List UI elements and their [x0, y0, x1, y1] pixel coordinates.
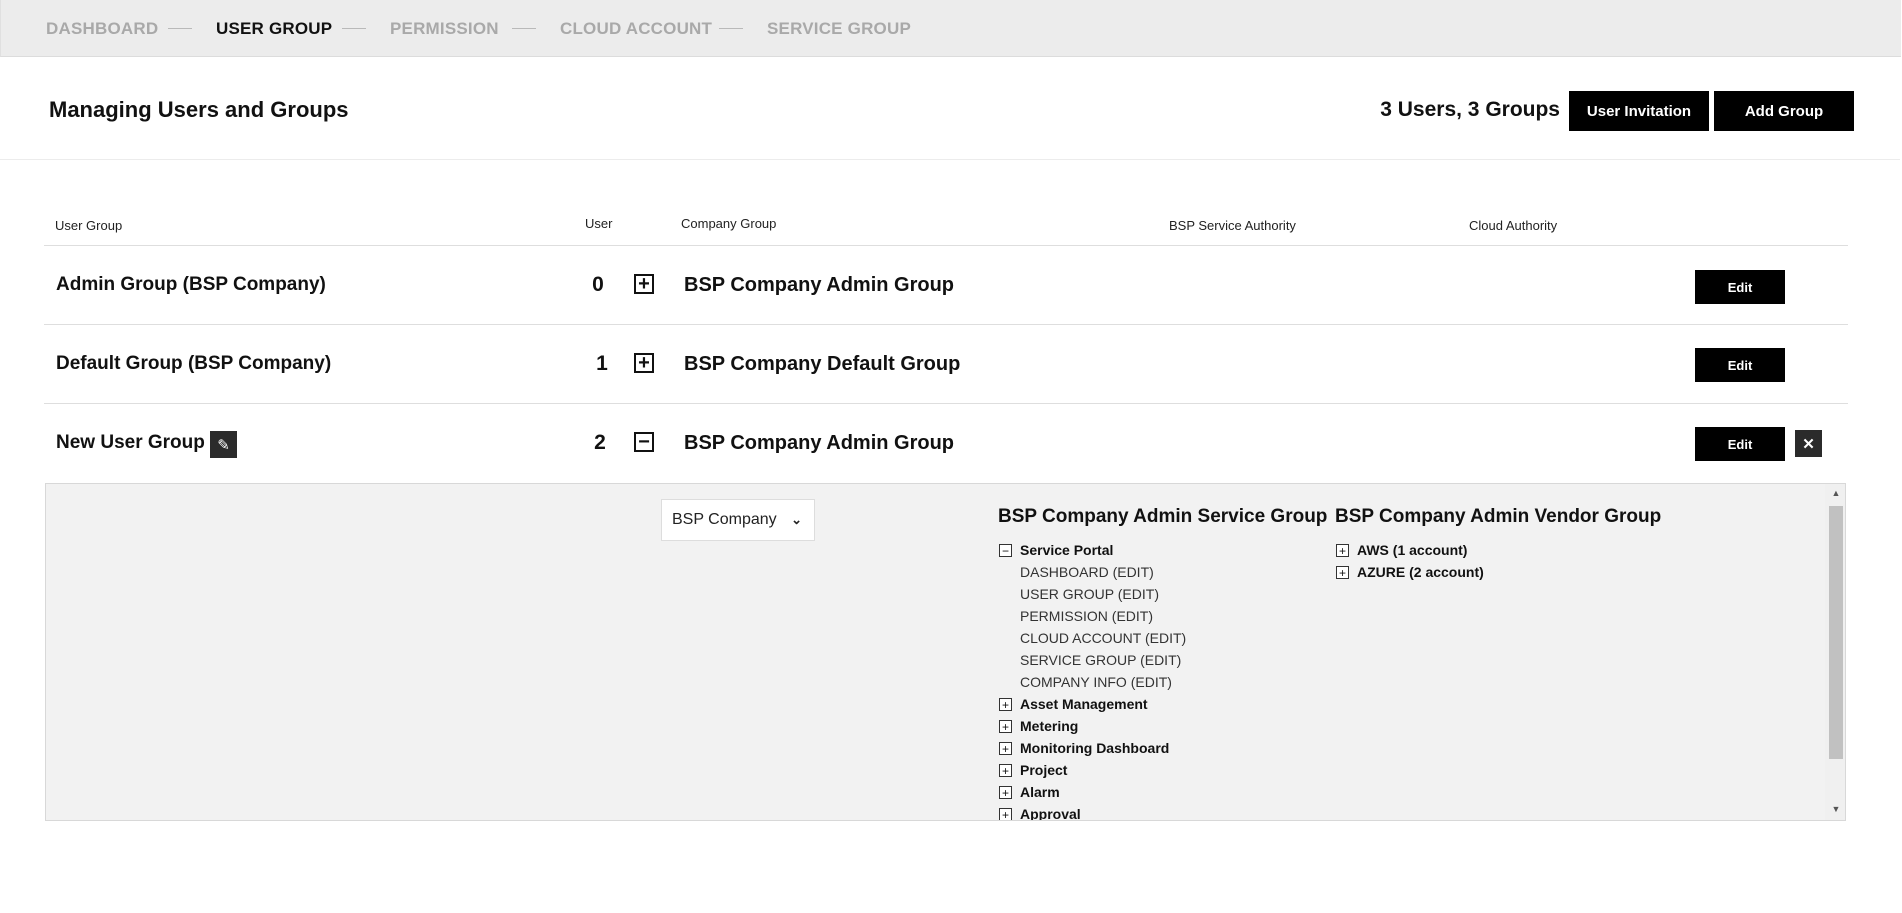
expand-tree-toggle[interactable]: + — [1336, 544, 1349, 557]
page-title: Managing Users and Groups — [49, 97, 349, 122]
scroll-down-arrow-icon[interactable]: ▼ — [1829, 804, 1843, 814]
column-header-user: User — [585, 216, 613, 231]
tree-leaf: SERVICE GROUP (EDIT) — [1020, 652, 1182, 668]
edit-button[interactable]: Edit — [1695, 270, 1785, 304]
expand-users-toggle[interactable]: + — [634, 353, 654, 373]
user-invitation-button[interactable]: User Invitation — [1569, 91, 1709, 131]
nav-separator — [512, 28, 536, 29]
group-name: New User Group — [56, 432, 205, 453]
nav-user-group[interactable]: USER GROUP — [216, 19, 332, 39]
column-header-company-group: Company Group — [681, 216, 777, 231]
nav-cloud-account[interactable]: CLOUD ACCOUNT — [560, 19, 712, 39]
company-select[interactable]: BSP Company ⌄ — [661, 499, 815, 541]
delete-group-button[interactable]: ✕ — [1795, 430, 1822, 457]
nav-permission[interactable]: PERMISSION — [390, 19, 499, 39]
column-header-cloud-authority: Cloud Authority — [1469, 218, 1558, 233]
rename-group-button[interactable]: ✎ — [210, 431, 237, 458]
column-header-user-group: User Group — [55, 218, 123, 233]
tree-leaf: CLOUD ACCOUNT (EDIT) — [1020, 630, 1187, 646]
service-group-title: BSP Company Admin Service Group — [998, 506, 1328, 527]
group-name: Default Group (BSP Company) — [56, 353, 332, 374]
users-groups-summary: 3 Users, 3 Groups — [1380, 98, 1560, 121]
group-detail-panel: BSP Company ⌄ BSP Company Admin Service … — [45, 483, 1846, 821]
expand-tree-toggle[interactable]: + — [999, 698, 1012, 711]
nav-separator — [719, 28, 743, 29]
edit-button[interactable]: Edit — [1695, 427, 1785, 461]
nav-separator — [168, 28, 192, 29]
company-group-name: BSP Company Admin Group — [684, 432, 955, 454]
group-name: Admin Group (BSP Company) — [56, 274, 326, 295]
user-count: 1 — [596, 352, 608, 375]
close-icon: ✕ — [1802, 435, 1815, 453]
expand-tree-toggle[interactable]: + — [999, 764, 1012, 777]
nav-dashboard[interactable]: DASHBOARD — [46, 19, 158, 39]
company-select-value: BSP Company — [672, 511, 777, 528]
expand-tree-toggle[interactable]: + — [999, 742, 1012, 755]
collapse-users-toggle[interactable]: − — [634, 432, 654, 452]
tree-node[interactable]: Project — [1020, 762, 1067, 778]
chevron-down-icon: ⌄ — [791, 512, 802, 527]
tree-node[interactable]: Metering — [1020, 718, 1078, 734]
add-group-button[interactable]: Add Group — [1714, 91, 1854, 131]
expand-tree-toggle[interactable]: + — [1336, 566, 1349, 579]
tree-leaf: COMPANY INFO (EDIT) — [1020, 674, 1172, 690]
user-count: 2 — [594, 431, 606, 454]
company-group-name: BSP Company Default Group — [684, 353, 961, 375]
row-divider — [44, 324, 1848, 325]
header-divider — [0, 159, 1900, 160]
row-divider — [44, 403, 1848, 404]
company-group-name: BSP Company Admin Group — [684, 274, 955, 296]
row-divider — [44, 245, 1848, 246]
expand-users-toggle[interactable]: + — [634, 274, 654, 294]
tree-leaf: DASHBOARD (EDIT) — [1020, 564, 1154, 580]
collapse-tree-toggle[interactable]: − — [999, 544, 1012, 557]
tree-node[interactable]: Asset Management — [1020, 696, 1148, 712]
tree-node-aws[interactable]: AWS (1 account) — [1357, 542, 1467, 558]
tree-node-service-portal[interactable]: Service Portal — [1020, 542, 1113, 558]
top-navigation: DASHBOARD USER GROUP PERMISSION CLOUD AC… — [0, 0, 1901, 57]
panel-scrollbar[interactable]: ▲ ▼ — [1825, 484, 1845, 820]
column-header-service-authority: BSP Service Authority — [1169, 218, 1296, 233]
expand-tree-toggle[interactable]: + — [999, 720, 1012, 733]
scrollbar-thumb[interactable] — [1829, 506, 1843, 759]
expand-tree-toggle[interactable]: + — [999, 808, 1012, 820]
tree-node[interactable]: Monitoring Dashboard — [1020, 740, 1169, 756]
nav-service-group[interactable]: SERVICE GROUP — [767, 19, 911, 39]
nav-separator — [342, 28, 366, 29]
tree-node[interactable]: Alarm — [1020, 784, 1060, 800]
tree-leaf: PERMISSION (EDIT) — [1020, 608, 1154, 624]
scroll-up-arrow-icon[interactable]: ▲ — [1829, 488, 1843, 498]
tree-node-azure[interactable]: AZURE (2 account) — [1357, 564, 1484, 580]
tree-node[interactable]: Approval — [1020, 806, 1081, 820]
user-count: 0 — [592, 273, 604, 296]
expand-tree-toggle[interactable]: + — [999, 786, 1012, 799]
vendor-group-title: BSP Company Admin Vendor Group — [1335, 506, 1662, 527]
tree-leaf: USER GROUP (EDIT) — [1020, 586, 1159, 602]
pencil-icon: ✎ — [217, 436, 230, 454]
edit-button[interactable]: Edit — [1695, 348, 1785, 382]
